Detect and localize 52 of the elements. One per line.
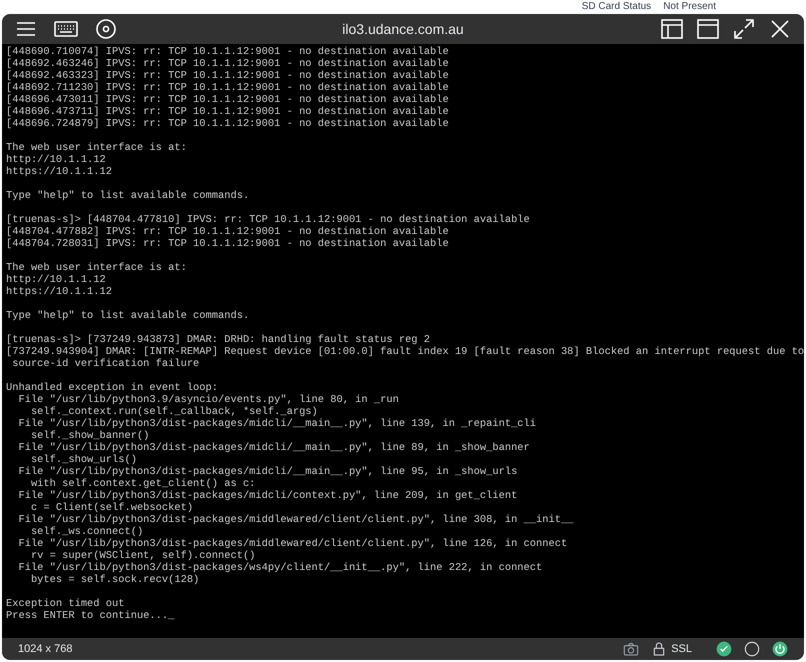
console-line: File "/usr/lib/python3/dist-packages/midcli/__main__.py", line 89, in _show_banner [17, 442, 531, 454]
window-title: ilo3.udance.com.au [342, 20, 464, 38]
circle-icon [744, 641, 760, 657]
fullscreen-icon[interactable] [732, 17, 756, 41]
console-line: [448692.711230] IPVS: rr: TCP 10.1.1.12:9001 - no destination available [6, 82, 450, 94]
console-line: The web user interface is at: [6, 262, 188, 274]
disc-icon[interactable] [94, 17, 118, 41]
console-line: [448704.728031] IPVS: rr: TCP 10.1.1.12:9001 - no destination available [6, 238, 450, 250]
camera-icon[interactable] [623, 641, 640, 657]
console-line: Exception timed out [6, 598, 126, 610]
console-line: File "/usr/lib/python3.9/asyncio/events.py", line 80, in _run [17, 394, 400, 406]
status-value: Not Present [663, 0, 716, 14]
console-line: http://10.1.1.12 [6, 154, 107, 166]
console-line: with self.context.get_client() as c: [30, 478, 256, 490]
console-line: File "/usr/lib/python3/dist-packages/midcli/__main__.py", line 139, in _repaint_cli [17, 418, 538, 430]
status-label: SD Card Status [582, 0, 652, 14]
console-line: Type "help" to list available commands. [6, 190, 250, 202]
console-line: self._show_urls() [30, 454, 138, 466]
resolution-label: 1024 x 768 [18, 642, 72, 657]
console-line: Unhandled exception in event loop: [6, 382, 220, 394]
console-line: [448690.710074] IPVS: rr: TCP 10.1.1.12:9001 - no destination available [6, 46, 450, 58]
console-line: self._show_banner() [30, 430, 150, 442]
console-line: Press ENTER to continue..._ [6, 610, 176, 622]
console-line: [448692.463246] IPVS: rr: TCP 10.1.1.12:9001 - no destination available [6, 58, 450, 70]
power-icon[interactable] [772, 641, 788, 657]
console-line: rv = super(WSClient, self).connect() [30, 550, 256, 562]
console-line: File "/usr/lib/python3/dist-packages/ws4py/client/__init__.py", line 222, in connect [17, 562, 544, 574]
console-line: [448692.463323] IPVS: rr: TCP 10.1.1.12:9001 - no destination available [6, 70, 450, 82]
console-line: File "/usr/lib/python3/dist-packages/middlewared/client/client.py", line 126, in connect [17, 538, 568, 550]
console-line: [truenas-s]> [737249.943873] DMAR: DRHD: handling fault status reg 2 [6, 334, 432, 346]
console-line: c = Client(self.websocket) [30, 502, 194, 514]
check-circle-icon [716, 641, 732, 657]
console-line: self._ws.connect() [30, 526, 144, 538]
layout-icon[interactable] [660, 17, 684, 41]
console-line: File "/usr/lib/python3/dist-packages/middlewared/client/client.py", line 308, in __init__ [17, 514, 574, 526]
console-line: self._context.run(self._callback, *self._args) [30, 406, 319, 418]
console-line: [448696.473011] IPVS: rr: TCP 10.1.1.12:9001 - no destination available [6, 94, 450, 106]
console-line: [truenas-s]> [448704.477810] IPVS: rr: TCP 10.1.1.12:9001 - no destination available [6, 214, 531, 226]
console-line: https://10.1.1.12 [6, 286, 114, 298]
console-line: source-id verification failure [11, 358, 200, 370]
console-line: Type "help" to list available commands. [6, 310, 250, 322]
console-line: [448696.724879] IPVS: rr: TCP 10.1.1.12:9001 - no destination available [6, 118, 450, 130]
console-line: http://10.1.1.12 [6, 274, 107, 286]
console-line: https://10.1.1.12 [6, 166, 114, 178]
console-line: The web user interface is at: [6, 142, 188, 154]
window-icon[interactable] [696, 17, 720, 41]
console-line: [448704.477882] IPVS: rr: TCP 10.1.1.12:9001 - no destination available [6, 226, 450, 238]
console-line: File "/usr/lib/python3/dist-packages/midcli/context.py", line 209, in get_client [17, 490, 518, 502]
console-line: bytes = self.sock.recv(128) [30, 574, 200, 586]
console-line: File "/usr/lib/python3/dist-packages/midcli/__main__.py", line 95, in _show_urls [17, 466, 518, 478]
ssl-label: SSL [671, 642, 692, 657]
console-line: [448696.473711] IPVS: rr: TCP 10.1.1.12:9001 - no destination available [6, 106, 450, 118]
